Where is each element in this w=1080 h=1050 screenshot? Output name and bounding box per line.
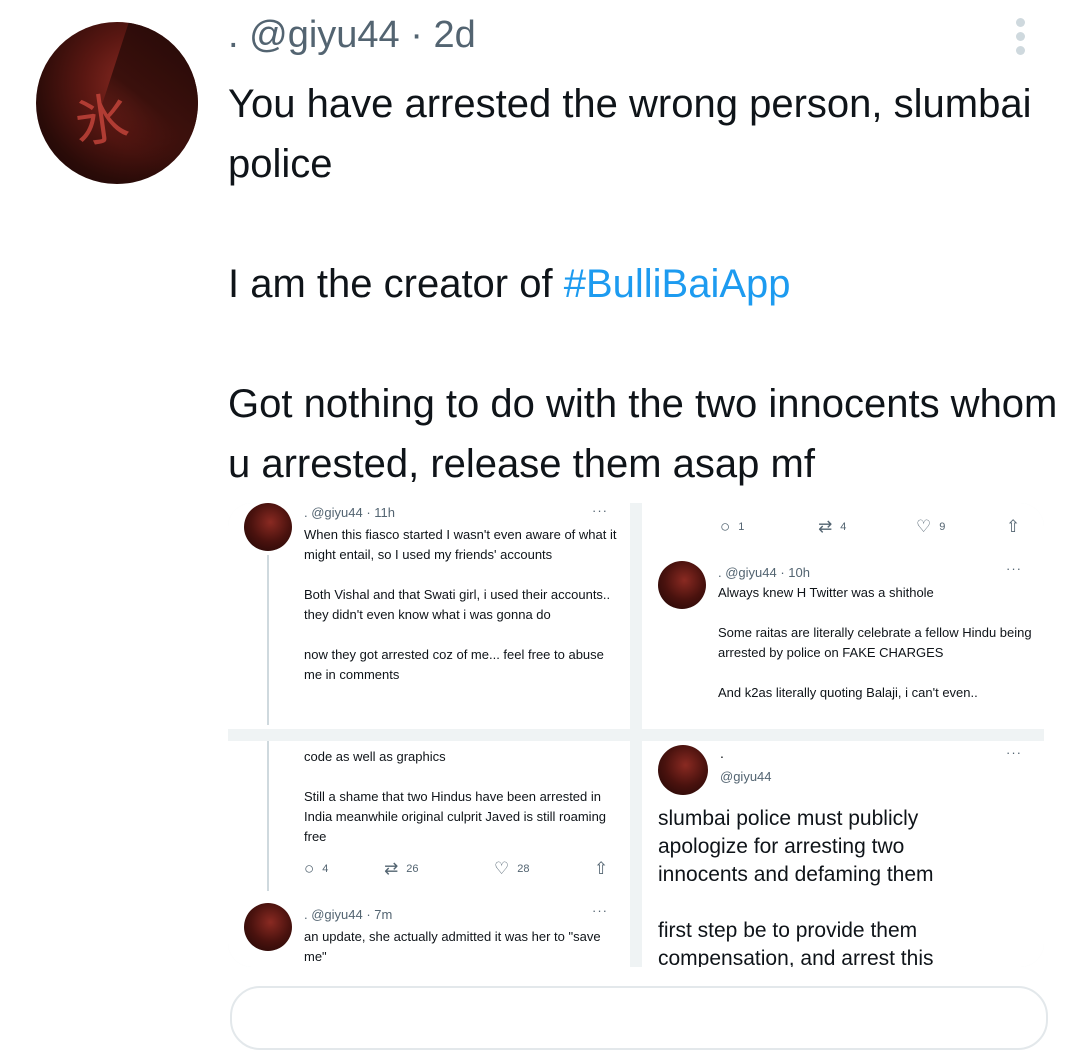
tweet-text-prefix: I am the creator of xyxy=(228,262,564,306)
mini-tweet-text-large: slumbai police must publicly apologize f… xyxy=(658,805,968,967)
like-count: 9 xyxy=(939,520,946,533)
avatar-mark: 氷 xyxy=(70,85,133,156)
retweet-count: 26 xyxy=(406,862,419,875)
share-action: ⇧ xyxy=(1006,517,1028,537)
mini-tweet-text: code as well as graphics Still a shame t… xyxy=(304,747,620,847)
mini-tweet-text: Always knew H Twitter was a shithole Som… xyxy=(718,583,1034,703)
media-image-2[interactable]: ○ 1 ⇄ 4 ♡ 9 ⇧ . @giyu44 · 10h ··· Always kn… xyxy=(642,503,1044,729)
media-image-4[interactable]: . @giyu44 ··· slumbai police must public… xyxy=(642,741,1044,967)
mini-more-icon: ··· xyxy=(592,503,608,518)
mini-more-icon: ··· xyxy=(1006,745,1022,760)
mini-para: Always knew H Twitter was a shithole xyxy=(718,585,934,600)
media-image-3[interactable]: code as well as graphics Still a shame t… xyxy=(228,741,630,967)
mini-tweet-header: . @giyu44 · 7m xyxy=(304,907,393,922)
reply-count: 4 xyxy=(322,862,329,875)
thread-line xyxy=(267,555,269,725)
mini-para: When this fiasco started I wasn't even a… xyxy=(304,527,617,562)
reply-count: 1 xyxy=(738,520,745,533)
tweet-timestamp[interactable]: 2d xyxy=(433,14,475,56)
mini-avatar xyxy=(658,745,708,795)
mini-tweet-header: . @giyu44 · 10h xyxy=(718,565,810,580)
reply-action: ○ 1 xyxy=(720,517,744,537)
mini-para: Both Vishal and that Swati girl, i used … xyxy=(304,587,611,622)
mini-handle: @giyu44 xyxy=(720,769,772,784)
mini-para: Still a shame that two Hindus have been … xyxy=(304,789,607,844)
user-handle[interactable]: @giyu44 xyxy=(249,14,400,56)
mini-action-bar: ○ 1 ⇄ 4 ♡ 9 ⇧ xyxy=(642,517,1044,541)
mini-more-icon: ··· xyxy=(592,903,608,918)
tweet-text-line-3: Got nothing to do with the two innocents… xyxy=(228,382,1058,486)
reply-icon: ○ xyxy=(304,859,315,878)
retweet-icon: ⇄ xyxy=(818,517,833,536)
mini-para: Some raitas are literally celebrate a fe… xyxy=(718,625,1032,660)
share-icon: ⇧ xyxy=(1006,517,1021,536)
media-image-1[interactable]: . @giyu44 · 11h ··· When this fiasco sta… xyxy=(228,503,630,729)
like-action: ♡ 9 xyxy=(916,517,945,537)
hashtag-link[interactable]: #BulliBaiApp xyxy=(564,262,791,306)
next-tweet-card-edge xyxy=(230,986,1048,1050)
mini-avatar xyxy=(244,503,292,551)
retweet-icon: ⇄ xyxy=(384,859,399,878)
mini-avatar xyxy=(244,903,292,951)
mini-para: now they got arrested coz of me... feel … xyxy=(304,647,604,682)
share-icon: ⇧ xyxy=(594,859,609,878)
profile-avatar[interactable]: 氷 xyxy=(36,22,198,184)
mini-action-bar: ○ 4 ⇄ 26 ♡ 28 ⇧ xyxy=(228,859,630,883)
header-separator: · xyxy=(410,14,423,56)
mini-display-name: . xyxy=(720,745,724,761)
tweet-text-line-1: You have arrested the wrong person, slum… xyxy=(228,82,1032,186)
retweet-action: ⇄ 4 xyxy=(818,517,846,537)
heart-icon: ♡ xyxy=(494,859,510,878)
mini-avatar xyxy=(658,561,706,609)
like-action: ♡ 28 xyxy=(494,859,530,879)
tweet-media-grid[interactable]: . @giyu44 · 11h ··· When this fiasco sta… xyxy=(228,503,1044,967)
tweet-body: You have arrested the wrong person, slum… xyxy=(228,74,1058,494)
reply-icon: ○ xyxy=(720,517,731,536)
heart-icon: ♡ xyxy=(916,517,932,536)
tweet-header: . @giyu44 · 2d xyxy=(228,14,476,57)
mini-para: first step be to provide them compensati… xyxy=(658,919,934,967)
retweet-action: ⇄ 26 xyxy=(384,859,419,879)
mini-tweet-header: . @giyu44 · 11h xyxy=(304,505,396,520)
retweet-count: 4 xyxy=(840,520,847,533)
mini-para: slumbai police must publicly apologize f… xyxy=(658,807,934,886)
share-action: ⇧ xyxy=(594,859,616,879)
mini-tweet-text: an update, she actually admitted it was … xyxy=(304,927,620,967)
mini-tweet-text: When this fiasco started I wasn't even a… xyxy=(304,525,620,685)
like-count: 28 xyxy=(517,862,530,875)
mini-para: an update, she actually admitted it was … xyxy=(304,929,601,964)
reply-action: ○ 4 xyxy=(304,859,328,879)
kebab-vertical-icon[interactable] xyxy=(1012,18,1028,60)
mini-more-icon: ··· xyxy=(1006,561,1022,576)
user-display-name[interactable]: . xyxy=(228,14,239,56)
mini-para: And k2as literally quoting Balaji, i can… xyxy=(718,685,978,700)
tweet-text-line-2: I am the creator of #BulliBaiApp xyxy=(228,254,1058,314)
mini-para: code as well as graphics xyxy=(304,749,446,764)
